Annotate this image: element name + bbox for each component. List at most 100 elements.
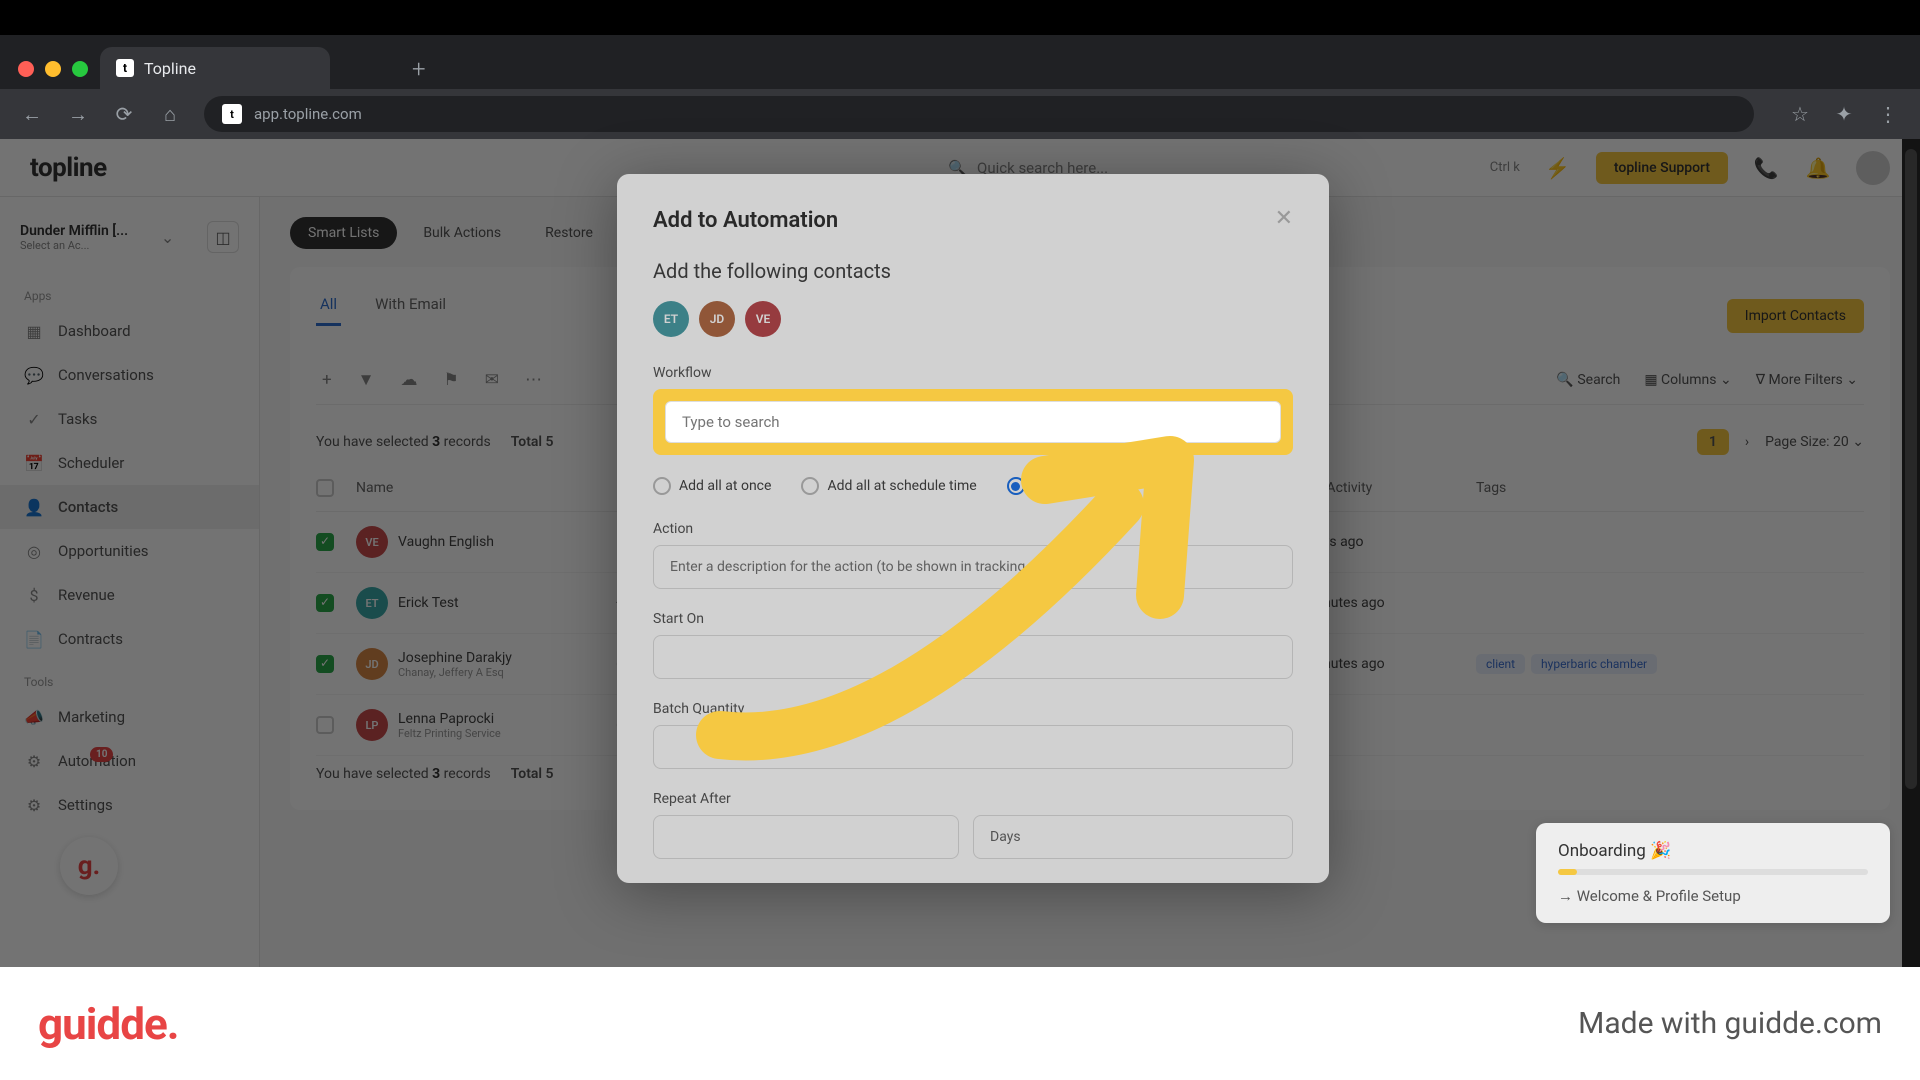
toast-step: → Welcome & Profile Setup [1558,887,1868,905]
close-window-icon[interactable] [18,61,34,77]
start-on-label: Start On [653,611,1293,627]
mail-icon[interactable]: ✉ [485,370,499,390]
sidebar-item-label: Conversations [58,366,154,384]
columns-button[interactable]: ▦ Columns ⌄ [1644,372,1731,388]
row-checkbox[interactable] [316,594,334,612]
dollar-icon: $ [24,585,44,605]
filter-tab-with-email[interactable]: With Email [371,285,450,326]
sidebar-item-contacts[interactable]: 👤Contacts [0,485,259,529]
workflow-label: Workflow [653,365,1293,381]
col-tags[interactable]: Tags [1476,480,1864,496]
sidebar-item-label: Settings [58,796,113,814]
tags-cell: client hyperbaric chamber [1476,654,1864,674]
calendar-icon: 📅 [24,453,44,473]
col-name[interactable]: Name [356,480,616,496]
sidebar-collapse-button[interactable]: ◫ [207,221,239,253]
guidde-logo: guidde. [38,998,179,1050]
sidebar-item-contracts[interactable]: 📄Contracts [0,617,259,661]
repeat-value-input[interactable] [653,815,959,859]
tag-chip[interactable]: client [1476,654,1525,674]
row-checkbox[interactable] [316,716,334,734]
tab-restore[interactable]: Restore [527,217,611,249]
radio-icon [653,477,671,495]
total-label: Total 5 [511,434,554,450]
home-icon[interactable]: ⌂ [158,102,182,127]
support-button[interactable]: topline Support [1596,152,1728,184]
back-icon[interactable]: ← [20,102,44,127]
url-bar-row: ← → ⟳ ⌂ t app.topline.com ☆ ✦ ⋮ [0,89,1920,139]
radio-add-schedule-time[interactable]: Add all at schedule time [801,477,976,495]
tools-section-label: Tools [0,661,259,695]
sidebar-item-label: Contracts [58,630,123,648]
start-on-input[interactable] [653,635,1293,679]
apps-section-label: Apps [0,275,259,309]
sidebar-item-tasks[interactable]: ✓Tasks [0,397,259,441]
filter-tab-all[interactable]: All [316,285,341,326]
radio-add-all-at-once[interactable]: Add all at once [653,477,771,495]
import-contacts-button[interactable]: Import Contacts [1727,299,1864,333]
page-number[interactable]: 1 [1697,429,1729,455]
gear-icon: ⚙ [24,751,44,771]
tag-chip[interactable]: hyperbaric chamber [1531,654,1657,674]
sidebar-item-conversations[interactable]: 💬 Conversations [0,353,259,397]
radio-label: Add all at once [679,478,771,494]
sidebar-item-label: Contacts [58,498,118,516]
chat-icon: 💬 [24,365,44,385]
contact-name: Lenna Paprocki [398,711,501,727]
more-filters-button[interactable]: ∇ More Filters ⌄ [1756,372,1858,388]
add-to-automation-modal: ✕ Add to Automation Add the following co… [617,174,1329,883]
sidebar-item-automation[interactable]: ⚙Automation10 [0,739,259,783]
tab-favicon-icon: t [116,59,134,77]
sidebar-item-label: Marketing [58,708,125,726]
sidebar-item-label: Tasks [58,410,97,428]
selection-text: You have selected 3 records [316,766,491,782]
sidebar-item-scheduler[interactable]: 📅Scheduler [0,441,259,485]
more-icon[interactable]: ⋯ [525,370,542,390]
sidebar-item-opportunities[interactable]: ◎Opportunities [0,529,259,573]
row-checkbox[interactable] [316,655,334,673]
tab-bulk-actions[interactable]: Bulk Actions [405,217,519,249]
select-all-checkbox[interactable] [316,479,334,497]
contact-name: Erick Test [398,595,459,611]
star-icon[interactable]: ☆ [1788,102,1812,126]
sidebar-item-settings[interactable]: ⚙Settings [0,783,259,827]
guidde-recorder-bubble[interactable]: g. [60,837,118,895]
org-selector[interactable]: Dunder Mifflin [... Select an Ac... ⌄ ◫ [0,211,259,263]
app-logo: topline [30,153,107,183]
lightning-icon[interactable]: ⚡ [1544,154,1572,182]
row-checkbox[interactable] [316,533,334,551]
action-input[interactable] [653,545,1293,589]
reload-icon[interactable]: ⟳ [112,102,136,126]
scrollbar[interactable] [1902,139,1920,967]
user-avatar[interactable] [1856,151,1890,185]
sidebar-item-revenue[interactable]: $Revenue [0,573,259,617]
scrollbar-thumb[interactable] [1905,149,1917,789]
bell-icon[interactable]: 🔔 [1804,154,1832,182]
minimize-window-icon[interactable] [45,61,61,77]
radio-add-drip-mode[interactable]: Add in drip mode [1007,477,1139,495]
repeat-unit-select[interactable] [973,815,1293,859]
table-search[interactable]: 🔍 Search [1556,372,1620,388]
tab-smart-lists[interactable]: Smart Lists [290,217,397,249]
workflow-search-input[interactable] [665,401,1281,443]
phone-icon[interactable]: 📞 [1752,154,1780,182]
extensions-icon[interactable]: ✦ [1832,102,1856,126]
close-modal-button[interactable]: ✕ [1275,206,1293,231]
batch-qty-input[interactable] [653,725,1293,769]
sidebar-item-dashboard[interactable]: ▦Dashboard [0,309,259,353]
forward-icon[interactable]: → [66,102,90,127]
cloud-icon[interactable]: ☁ [400,370,417,390]
onboarding-toast[interactable]: Onboarding 🎉 → Welcome & Profile Setup [1536,823,1890,923]
sidebar-item-marketing[interactable]: 📣Marketing [0,695,259,739]
menu-icon[interactable]: ⋮ [1876,102,1900,126]
flag-icon[interactable]: ⚑ [443,370,458,390]
new-tab-button[interactable]: + [412,55,426,83]
url-text: app.topline.com [254,105,362,123]
browser-tab[interactable]: t Topline [100,47,330,89]
plus-icon[interactable]: + [322,370,332,390]
contact-company: Chanay, Jeffery A Esq [398,666,512,679]
next-page-icon[interactable]: › [1745,434,1749,450]
maximize-window-icon[interactable] [72,61,88,77]
filter-icon[interactable]: ▼ [358,370,375,390]
url-bar[interactable]: t app.topline.com [204,96,1754,132]
